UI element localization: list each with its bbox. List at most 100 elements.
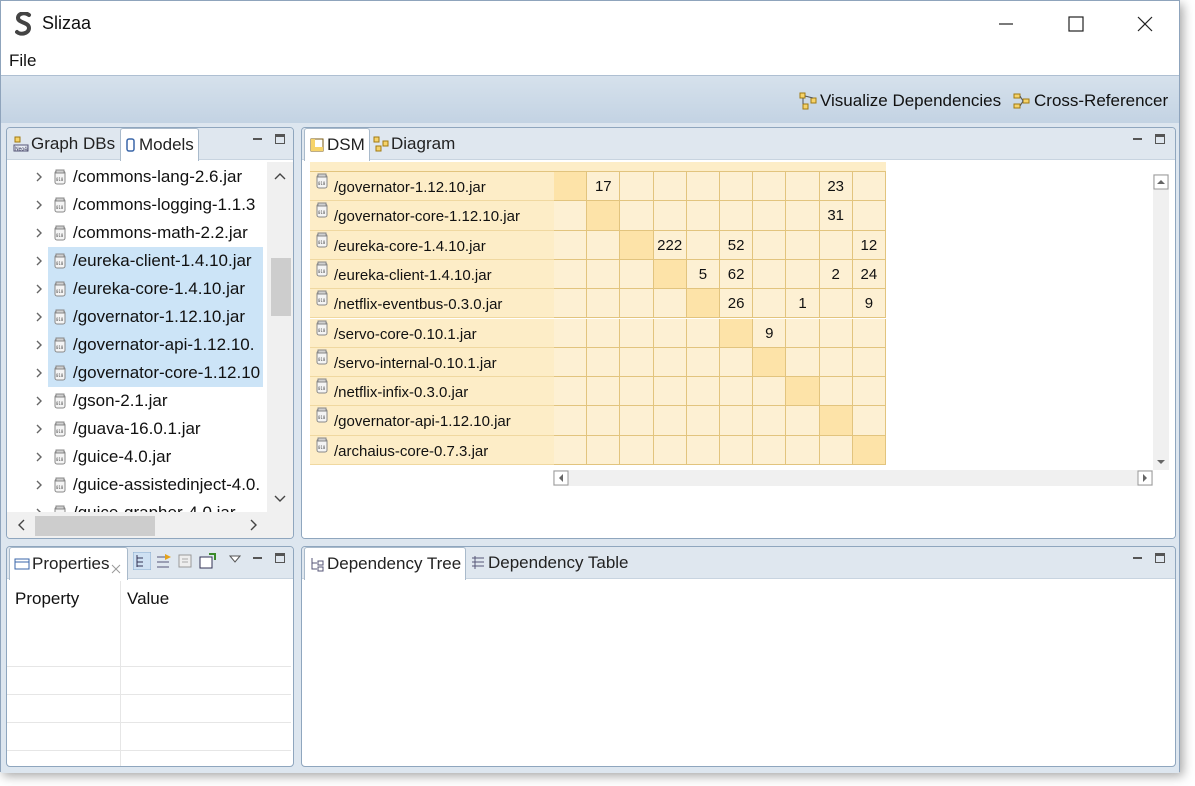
dsm-cell[interactable]: 9 <box>753 318 787 348</box>
dsm-cell[interactable] <box>786 259 820 290</box>
maximize-view-icon[interactable] <box>275 553 285 563</box>
dsm-cell[interactable]: 52 <box>720 230 754 260</box>
dsm-cell[interactable] <box>720 201 754 231</box>
dsm-cell[interactable] <box>720 435 754 465</box>
tree-item[interactable]: 010/eureka-client-1.4.10.jar <box>7 247 267 275</box>
dsm-cell[interactable] <box>554 201 588 231</box>
dsm-cell[interactable] <box>686 172 720 202</box>
tab-dependency-tree[interactable]: Dependency Tree <box>304 547 467 580</box>
filter-icon[interactable] <box>177 552 195 570</box>
tree-vertical-scroll-thumb[interactable] <box>271 258 291 316</box>
dsm-cell[interactable] <box>786 201 820 231</box>
dsm-row-label[interactable]: 010/governator-1.12.10.jar <box>310 172 554 202</box>
column-header-property[interactable]: Property <box>15 589 79 609</box>
dsm-cell[interactable] <box>587 259 621 290</box>
dsm-cell[interactable] <box>587 435 621 465</box>
tree-item[interactable]: 010/gson-2.1.jar <box>7 387 267 415</box>
dsm-cell[interactable] <box>819 347 853 378</box>
dsm-cell[interactable] <box>720 172 754 202</box>
dsm-vertical-scrollbar[interactable] <box>1153 174 1169 470</box>
cross-referencer-button[interactable]: Cross-Referencer <box>1013 91 1168 111</box>
dsm-row-label[interactable]: 010/governator-api-1.12.10.jar <box>310 406 554 436</box>
dsm-cell[interactable] <box>554 318 588 348</box>
dsm-cell[interactable] <box>753 406 787 436</box>
dsm-cell[interactable]: 26 <box>720 289 754 319</box>
dsm-cell[interactable] <box>620 318 654 348</box>
tab-models[interactable]: Models <box>120 128 199 161</box>
minimize-button[interactable] <box>971 1 1041 47</box>
dsm-row-label[interactable]: 010/servo-internal-0.10.1.jar <box>310 347 554 378</box>
dsm-cell[interactable] <box>620 289 654 319</box>
dsm-cell[interactable] <box>852 201 886 231</box>
dsm-cell[interactable] <box>686 347 720 378</box>
dsm-cell[interactable] <box>587 230 621 260</box>
dsm-cell[interactable]: 5 <box>686 259 720 290</box>
dsm-row-label[interactable]: 010/servo-core-0.10.1.jar <box>310 318 554 348</box>
dsm-cell[interactable] <box>587 377 621 407</box>
dsm-cell[interactable] <box>587 347 621 378</box>
expand-arrow-icon[interactable] <box>35 423 43 435</box>
dsm-cell[interactable] <box>587 318 621 348</box>
tree-item[interactable]: 010/commons-lang-2.6.jar <box>7 163 267 191</box>
maximize-view-icon[interactable] <box>1155 553 1165 563</box>
dsm-cell[interactable] <box>686 435 720 465</box>
dsm-row-label[interactable]: 010/netflix-infix-0.3.0.jar <box>310 377 554 407</box>
dsm-cell[interactable] <box>620 172 654 202</box>
dsm-cell[interactable] <box>852 406 886 436</box>
close-tab-icon[interactable] <box>111 564 121 574</box>
dsm-cell[interactable] <box>653 406 687 436</box>
dsm-cell[interactable] <box>753 259 787 290</box>
dsm-row-label[interactable]: 010/eureka-core-1.4.10.jar <box>310 230 554 260</box>
menu-file[interactable]: File <box>9 51 36 71</box>
dsm-cell[interactable] <box>653 289 687 319</box>
dsm-cell[interactable] <box>753 435 787 465</box>
dsm-cell[interactable] <box>620 406 654 436</box>
dsm-cell[interactable] <box>852 377 886 407</box>
dsm-cell[interactable] <box>587 406 621 436</box>
dsm-cell[interactable] <box>653 377 687 407</box>
expand-arrow-icon[interactable] <box>35 199 43 211</box>
tree-item[interactable]: 010/commons-logging-1.1.3 <box>7 191 267 219</box>
dsm-cell[interactable] <box>786 172 820 202</box>
categories-icon[interactable] <box>133 552 151 570</box>
expand-arrow-icon[interactable] <box>35 171 43 183</box>
dsm-row-label[interactable]: 010/governator-core-1.12.10.jar <box>310 201 554 231</box>
tree-item[interactable]: 010/guava-16.0.1.jar <box>7 415 267 443</box>
dsm-diagonal-cell[interactable] <box>587 201 621 231</box>
tree-horizontal-scroll-thumb[interactable] <box>35 516 155 536</box>
tab-properties[interactable]: Properties <box>9 547 129 580</box>
dsm-cell[interactable] <box>753 377 787 407</box>
visualize-dependencies-button[interactable]: Visualize Dependencies <box>799 91 1001 111</box>
dsm-cell[interactable] <box>653 347 687 378</box>
dsm-cell[interactable]: 222 <box>653 230 687 260</box>
dsm-cell[interactable] <box>653 435 687 465</box>
dsm-cell[interactable] <box>554 435 588 465</box>
tab-diagram[interactable]: Diagram <box>369 128 459 160</box>
tree-item[interactable]: 010/governator-core-1.12.10 <box>7 359 267 387</box>
dsm-row-label[interactable]: 010/eureka-client-1.4.10.jar <box>310 259 554 290</box>
expand-arrow-icon[interactable] <box>35 367 43 379</box>
tab-dsm[interactable]: DSM <box>304 128 370 161</box>
tree-item[interactable]: 010/guice-grapher-4.0.jar <box>7 499 267 512</box>
dsm-cell[interactable] <box>786 318 820 348</box>
dsm-cell[interactable] <box>786 230 820 260</box>
dsm-cell[interactable] <box>852 172 886 202</box>
tab-dependency-table[interactable]: Dependency Table <box>466 547 633 579</box>
dsm-cell[interactable] <box>753 201 787 231</box>
dsm-diagonal-cell[interactable] <box>852 435 886 465</box>
dsm-cell[interactable]: 9 <box>852 289 886 319</box>
maximize-button[interactable] <box>1041 1 1111 47</box>
dsm-cell[interactable] <box>686 406 720 436</box>
tree-item[interactable]: 010/eureka-core-1.4.10.jar <box>7 275 267 303</box>
dsm-cell[interactable] <box>686 230 720 260</box>
dsm-cell[interactable] <box>554 289 588 319</box>
tree-item[interactable]: 010/governator-api-1.12.10. <box>7 331 267 359</box>
expand-arrow-icon[interactable] <box>35 339 43 351</box>
dsm-row-label[interactable]: 010/netflix-eventbus-0.3.0.jar <box>310 289 554 319</box>
tab-graph-dbs[interactable]: Neo4j Graph DBs <box>9 128 119 160</box>
dsm-cell[interactable] <box>819 289 853 319</box>
dsm-cell[interactable] <box>686 201 720 231</box>
maximize-view-icon[interactable] <box>1155 134 1165 144</box>
dsm-cell[interactable]: 1 <box>786 289 820 319</box>
dsm-cell[interactable] <box>554 230 588 260</box>
